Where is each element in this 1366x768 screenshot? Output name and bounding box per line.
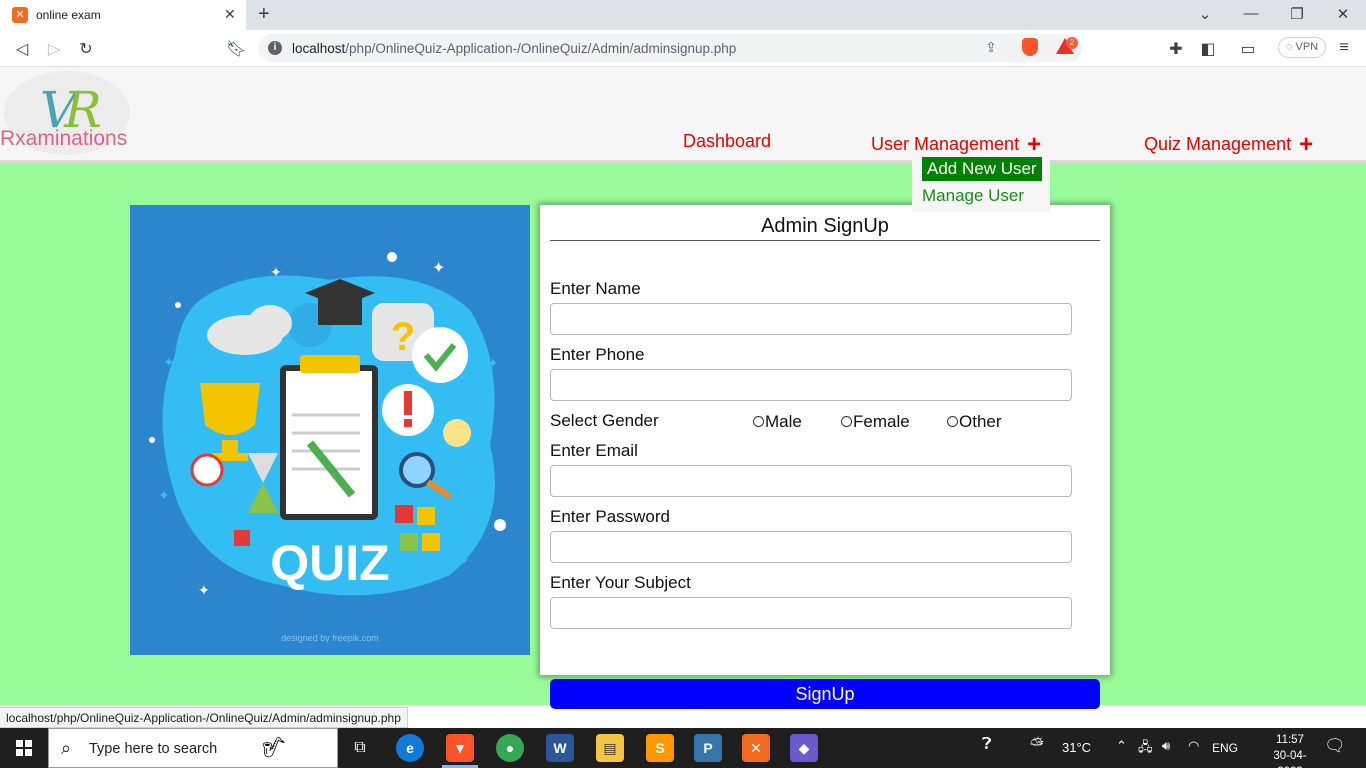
file-explorer-icon[interactable]: ▤ [596,734,624,762]
site-header: VR Rxaminations Dashboard User Managemen… [0,67,1366,163]
password-input[interactable] [550,531,1072,563]
menu-icon[interactable]: ≡ [1334,39,1354,57]
menu-item-manage-user[interactable]: Manage User [922,186,1024,206]
clock[interactable]: 11:57 30-04-2023 [1262,732,1318,768]
phone-label: Enter Phone [550,345,645,364]
subject-input[interactable] [550,597,1072,629]
page-content: VR Rxaminations Dashboard User Managemen… [0,67,1366,728]
nav-dashboard[interactable]: Dashboard [683,131,771,152]
image-credit: designed by freepik.com [281,633,379,643]
tab-search-chevron-icon[interactable]: ⌄ [1195,5,1215,23]
name-label: Enter Name [550,279,641,298]
gender-label: Select Gender [550,411,659,430]
menu-item-add-new-user[interactable]: Add New User [922,157,1042,181]
xampp-favicon-icon: ✕ [12,7,28,23]
address-bar[interactable]: i localhost/php/OnlineQuiz-Application-/… [258,34,1082,62]
tab-title: online exam [36,8,101,22]
help-icon[interactable]: ❓︎ [982,736,992,754]
show-hidden-icons-icon[interactable]: ⌃ [1116,738,1127,754]
user-management-dropdown: Add New User Manage User [912,154,1050,212]
email-label: Enter Email [550,441,638,460]
name-input[interactable] [550,303,1072,335]
browser-tab[interactable]: ✕ online exam ✕ [0,0,246,30]
brave-shields-icon[interactable] [1022,38,1038,56]
gender-other-radio[interactable]: Other [947,412,1002,432]
status-bar-url: localhost/php/OnlineQuiz-Application-/On… [0,707,408,728]
reload-icon[interactable]: ↻ [76,39,96,59]
radio-icon [841,416,852,427]
python-icon[interactable]: P [694,734,722,762]
email-input[interactable] [550,465,1072,497]
share-icon[interactable]: ⇪ [982,39,1000,56]
logo-text[interactable]: Rxaminations [0,127,127,151]
new-tab-button[interactable]: + [258,3,270,26]
phone-input[interactable] [550,369,1072,401]
svg-text:✦: ✦ [158,487,170,503]
svg-text:✦: ✦ [458,552,470,568]
extensions-icon[interactable]: ✚ [1166,39,1186,59]
taskbar-search[interactable]: ⌕ Type here to search 🎷︎ [48,728,338,768]
search-placeholder: Type here to search [89,741,218,757]
site-info-icon[interactable]: i [268,41,282,55]
weather-temperature[interactable]: 31°C [1062,740,1091,755]
volume-icon[interactable]: 🔊︎ [1162,738,1170,754]
close-window-icon[interactable]: ✕ [1333,5,1353,23]
nav-quiz-management[interactable]: Quiz Management + [1144,131,1313,159]
sublime-text-icon[interactable]: S [646,734,674,762]
bookmark-icon[interactable]: 🔖︎ [226,39,246,59]
svg-text:✦: ✦ [198,582,210,598]
quiz-illustration-svg: ? ✦ ✦ ✦ ✦ ✦ ✦ ✦ QUIZ designed by freepik… [149,252,506,643]
windows-taskbar: ⌕ Type here to search 🎷︎ ⧉ e ▼ ● W ▤ S P… [0,728,1366,768]
signup-form: Admin SignUp Enter Name Enter Phone Sele… [540,205,1110,675]
weather-icon[interactable]: ⛅︎ [1030,735,1044,755]
subject-label: Enter Your Subject [550,573,691,592]
restore-icon[interactable]: ❐ [1287,5,1307,23]
search-highlight-icon: 🎷︎ [261,737,287,759]
rewards-badge: 2 [1066,37,1078,49]
task-view-icon[interactable]: ⧉ [346,734,374,762]
svg-text:✦: ✦ [487,355,499,371]
input-language[interactable]: ENG [1212,741,1238,755]
tab-close-icon[interactable]: ✕ [224,6,236,23]
forward-icon[interactable]: ▷ [44,39,64,59]
quiz-illustration: ? ✦ ✦ ✦ ✦ ✦ ✦ ✦ QUIZ designed by freepik… [130,205,530,655]
radio-icon [753,416,764,427]
brave-icon[interactable]: ▼ [446,734,474,762]
search-icon: ⌕ [61,738,72,758]
network-icon[interactable]: 🖧︎ [1138,738,1153,760]
radio-icon [947,416,958,427]
browser-tab-strip: ✕ online exam ✕ + ⌄ — ❐ ✕ [0,0,1366,30]
chrome-icon[interactable]: ● [496,734,524,762]
plus-icon: + [1299,131,1314,158]
svg-text:?: ? [391,315,415,359]
clock-date: 30-04-2023 [1273,750,1307,768]
wallet-icon[interactable]: ▭ [1238,39,1258,59]
signup-button[interactable]: SignUp [550,679,1100,709]
quiz-word: QUIZ [270,535,389,591]
minimize-icon[interactable]: — [1241,5,1261,22]
password-label: Enter Password [550,507,670,526]
browser-toolbar: ◁ ▷ ↻ 🔖︎ i localhost/php/OnlineQuiz-Appl… [0,30,1366,67]
gender-male-radio[interactable]: Male [753,412,802,432]
clock-time: 11:57 [1276,734,1304,746]
url-text[interactable]: localhost/php/OnlineQuiz-Application-/On… [292,41,736,56]
xampp-icon[interactable]: ✕ [742,734,770,762]
gender-female-radio[interactable]: Female [841,412,910,432]
wifi-icon[interactable]: ◠ [1188,738,1199,754]
form-title: Admin SignUp [550,215,1100,241]
git-icon[interactable]: ◆ [790,734,818,762]
edge-icon[interactable]: e [396,734,424,762]
svg-text:✦: ✦ [270,264,282,280]
word-icon[interactable]: W [546,734,574,762]
notifications-icon[interactable]: 🗨︎ [1324,736,1346,756]
back-icon[interactable]: ◁ [12,39,32,59]
sidebar-icon[interactable]: ◧ [1198,39,1218,59]
vpn-button[interactable]: ◌ VPN [1278,37,1326,58]
svg-text:✦: ✦ [163,354,175,370]
svg-text:✦: ✦ [432,260,445,277]
start-button-icon[interactable] [16,740,32,756]
